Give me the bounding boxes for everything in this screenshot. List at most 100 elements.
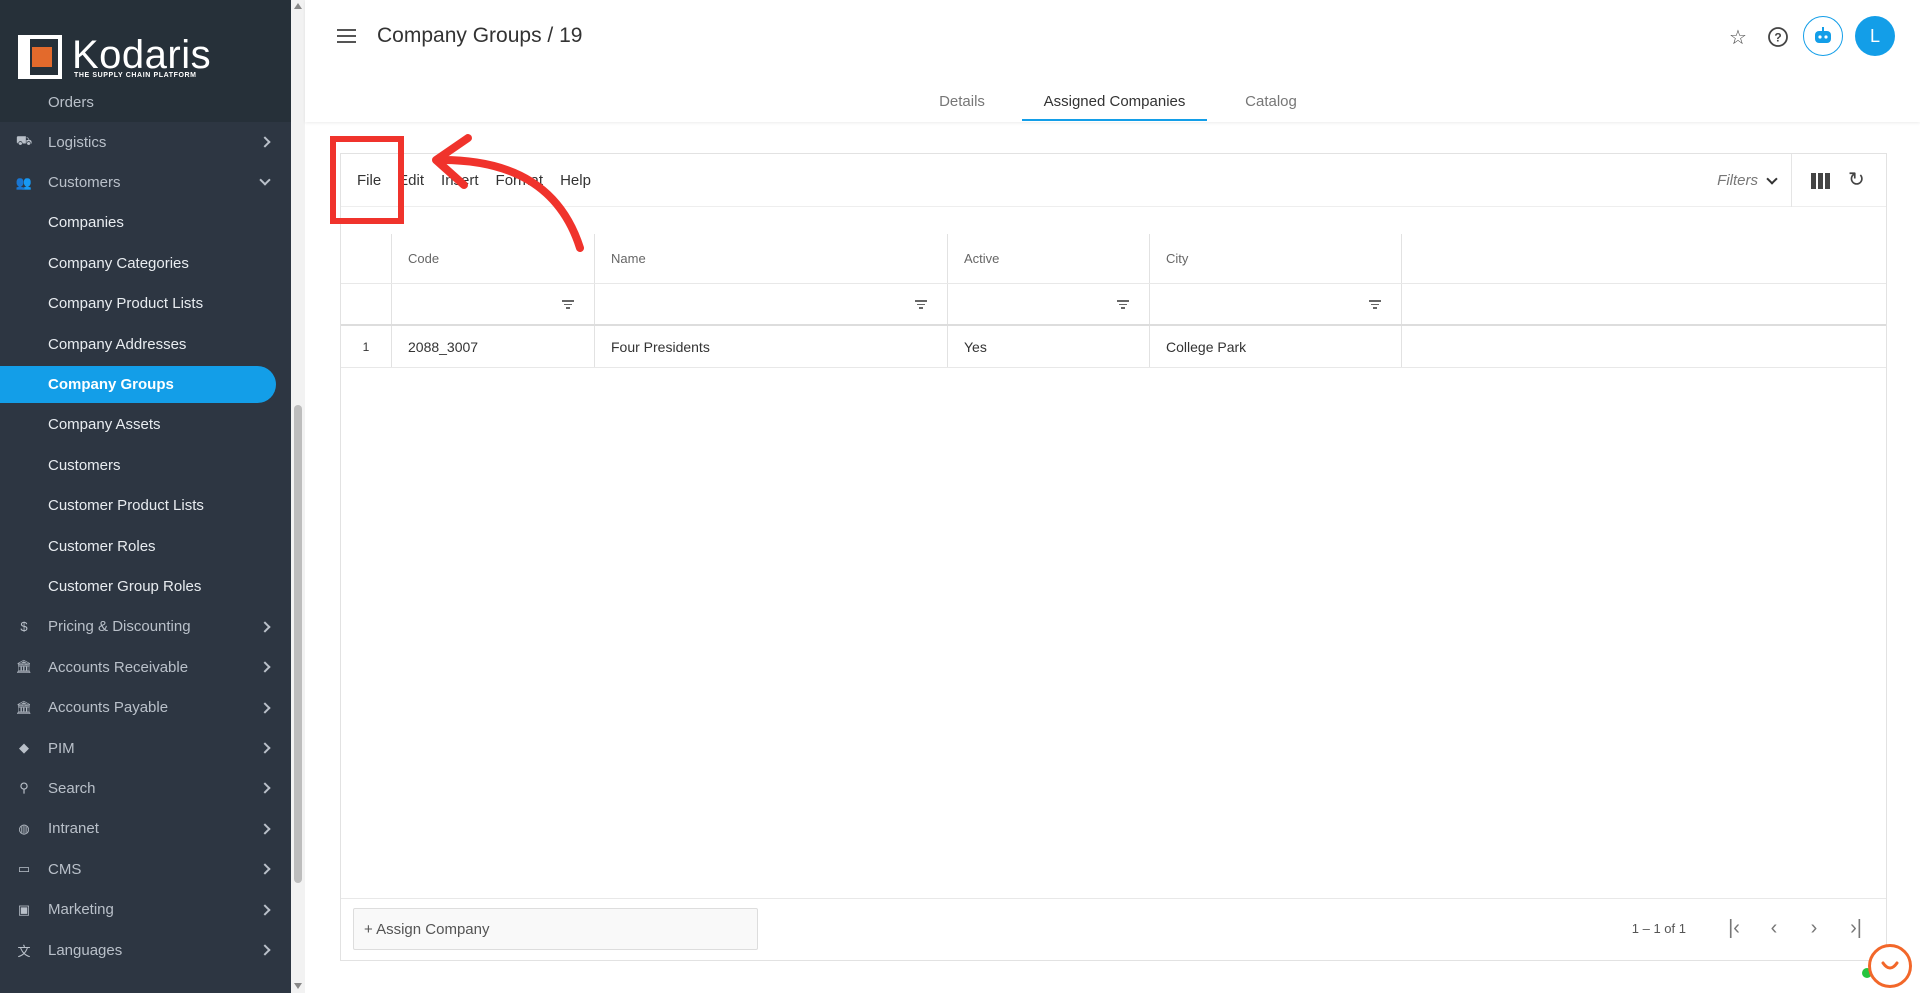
column-header-city[interactable]: City (1150, 234, 1402, 283)
sidebar-item-logistics[interactable]: ⛟ Logistics (0, 122, 291, 162)
sidebar-item-label: Company Product Lists (48, 295, 204, 313)
sidebar-item-company-groups[interactable]: Company Groups (0, 364, 291, 404)
chevron-right-icon (259, 701, 271, 714)
sidebar-item-label: Orders (48, 94, 94, 111)
sidebar-item-company-product-lists[interactable]: Company Product Lists (0, 284, 291, 324)
globe-icon: ◍ (18, 820, 30, 836)
sidebar-item-customers[interactable]: 👥 Customers (0, 162, 291, 202)
tab-catalog[interactable]: Catalog (1205, 80, 1337, 122)
sidebar-item-label: Company Assets (48, 416, 161, 434)
highlight-box (330, 136, 404, 224)
cell-active[interactable]: Yes (948, 326, 1150, 367)
toolbar-divider (1791, 154, 1792, 207)
column-header-active[interactable]: Active (948, 234, 1150, 283)
hamburger-menu-icon[interactable] (335, 26, 359, 46)
sidebar-item-accounts-receivable[interactable]: 🏛 Accounts Receivable (0, 647, 291, 687)
last-page-icon[interactable]: ›| (1846, 918, 1866, 938)
cell-code[interactable]: 2088_3007 (392, 326, 595, 367)
column-header-name[interactable]: Name (595, 234, 948, 283)
svg-text:?: ? (1774, 31, 1781, 45)
previous-page-icon[interactable]: ‹ (1764, 918, 1784, 938)
chevron-down-icon (1766, 172, 1778, 185)
cell-city[interactable]: College Park (1150, 326, 1402, 367)
chevron-right-icon (259, 742, 271, 754)
tab-assigned-companies[interactable]: Assigned Companies (1022, 80, 1207, 122)
filter-icon[interactable] (915, 300, 927, 310)
page-title: Company Groups / 19 (377, 24, 583, 47)
sidebar-item-customer-roles[interactable]: Customer Roles (0, 526, 291, 566)
sidebar-item-company-addresses[interactable]: Company Addresses (0, 324, 291, 364)
sidebar-item-customer-product-lists[interactable]: Customer Product Lists (0, 486, 291, 526)
tab-details[interactable]: Details (900, 80, 1024, 122)
sidebar-item-companies[interactable]: Companies (0, 203, 291, 243)
chevron-right-icon (259, 661, 271, 673)
filter-icon[interactable] (562, 300, 574, 310)
sidebar-item-customer-group-roles[interactable]: Customer Group Roles (0, 566, 291, 606)
sidebar-item-accounts-payable[interactable]: 🏛 Accounts Payable (0, 687, 291, 727)
table-row[interactable]: 1 2088_3007 Four Presidents Yes College … (341, 326, 1886, 368)
user-avatar[interactable]: L (1855, 16, 1895, 56)
scroll-down-arrow-icon[interactable] (294, 983, 302, 989)
sidebar-item-orders[interactable]: Orders (0, 94, 291, 122)
sidebar-item-label: Intranet (48, 820, 99, 838)
sidebar-item-customers-list[interactable]: Customers (0, 445, 291, 485)
sidebar-item-company-categories[interactable]: Company Categories (0, 243, 291, 283)
bank-icon: 🏛 (15, 699, 33, 715)
chevron-down-icon (259, 174, 271, 187)
sidebar-item-label: CMS (48, 860, 82, 878)
sidebar-item-label: Company Addresses (48, 335, 187, 353)
columns-icon[interactable] (1811, 173, 1830, 189)
sidebar-item-label: Company Groups (48, 376, 174, 394)
kodaris-logo-icon (18, 35, 62, 79)
refresh-icon[interactable]: ↻ (1848, 170, 1868, 190)
pagination-range: 1 – 1 of 1 (1631, 921, 1686, 936)
help-icon[interactable]: ? (1765, 24, 1791, 50)
brand-tagline: THE SUPPLY CHAIN PLATFORM (74, 72, 197, 79)
sidebar-item-label: Company Categories (48, 254, 189, 272)
sidebar-item-marketing[interactable]: ▣ Marketing (0, 889, 291, 929)
star-icon[interactable]: ☆ (1725, 24, 1751, 50)
sidebar-item-intranet[interactable]: ◍ Intranet (0, 809, 291, 849)
filter-name[interactable] (595, 284, 948, 324)
sidebar-item-search[interactable]: ⚲ Search (0, 768, 291, 808)
cell-name[interactable]: Four Presidents (595, 326, 948, 367)
scrollbar-thumb[interactable] (294, 405, 302, 883)
cell-empty (1402, 326, 1886, 367)
sidebar-item-languages[interactable]: 文 Languages (0, 930, 291, 970)
people-icon: 👥 (15, 174, 33, 190)
sidebar-item-label: Logistics (48, 133, 107, 151)
sidebar-item-pricing[interactable]: $ Pricing & Discounting (0, 607, 291, 647)
dollar-icon: $ (20, 619, 28, 635)
sidebar-item-label: Accounts Receivable (48, 658, 189, 676)
brand-name: Kodaris (72, 33, 212, 77)
sidebar-item-pim[interactable]: ◆ PIM (0, 728, 291, 768)
chat-support-icon[interactable] (1868, 944, 1912, 988)
scroll-up-arrow-icon[interactable] (294, 3, 302, 9)
sidebar-item-company-assets[interactable]: Company Assets (0, 405, 291, 445)
robot-icon (1815, 27, 1831, 43)
tab-bar: Details Assigned Companies Catalog (305, 80, 1920, 122)
first-page-icon[interactable]: |‹ (1724, 918, 1744, 938)
sidebar-item-cms[interactable]: ▭ CMS (0, 849, 291, 889)
filter-icon[interactable] (1369, 300, 1381, 310)
filter-icon[interactable] (1117, 300, 1129, 310)
chevron-right-icon (259, 903, 271, 916)
cms-icon: ▭ (17, 861, 31, 877)
chevron-right-icon (259, 823, 271, 835)
sidebar-item-label: Pricing & Discounting (48, 618, 191, 636)
sidebar-item-label: PIM (48, 739, 75, 757)
assistant-bot-button[interactable] (1803, 16, 1843, 56)
filter-city[interactable] (1150, 284, 1402, 324)
filters-dropdown[interactable]: Filters (1717, 172, 1778, 189)
assign-company-button[interactable]: + Assign Company (353, 908, 758, 950)
sidebar-scrollbar[interactable] (291, 0, 305, 993)
filters-label: Filters (1717, 172, 1758, 189)
next-page-icon[interactable]: › (1804, 918, 1824, 938)
sidebar-item-label: Marketing (48, 901, 114, 919)
sidebar-item-label: Companies (48, 214, 124, 232)
filter-active[interactable] (948, 284, 1150, 324)
chevron-right-icon (259, 863, 271, 875)
filter-code[interactable] (392, 284, 595, 324)
column-header-empty (1402, 234, 1886, 283)
annotation-arrow-icon (432, 134, 584, 252)
